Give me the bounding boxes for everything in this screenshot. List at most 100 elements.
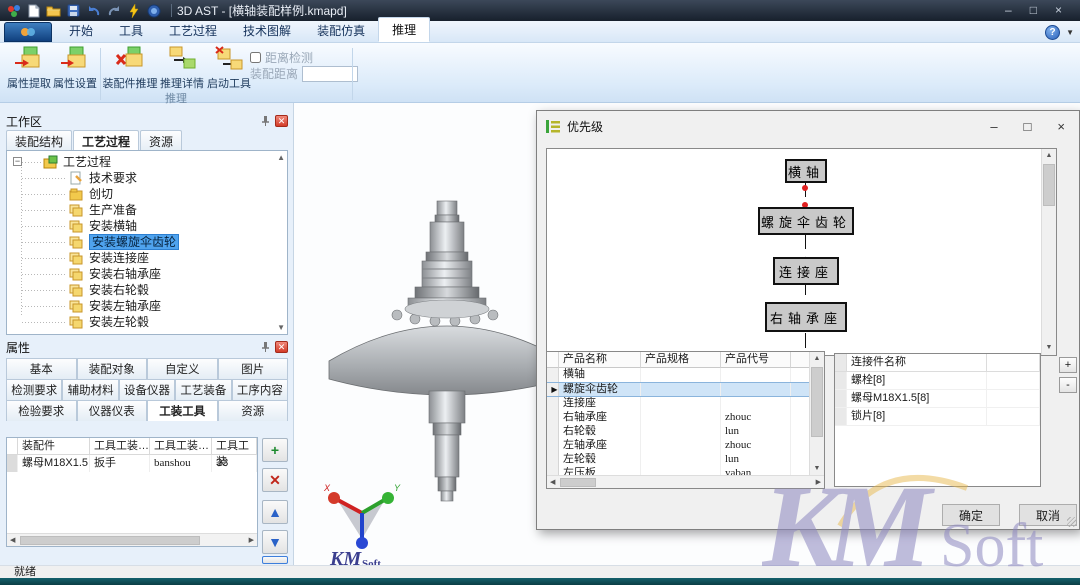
ribbon-tab-tools[interactable]: 工具 — [106, 19, 156, 42]
ok-button[interactable]: 确定 — [942, 504, 1000, 526]
attribute-extract-button[interactable]: 属性提取 — [6, 46, 52, 92]
tree-item-selected[interactable]: 安装螺旋伞齿轮 — [7, 234, 287, 250]
tree-item[interactable]: 生产准备 — [7, 202, 287, 218]
scroll-up-icon[interactable]: ▲ — [277, 153, 285, 162]
extra-row-button[interactable] — [262, 556, 288, 564]
workspace-tab-process[interactable]: 工艺过程 — [73, 130, 139, 152]
prop-tab-instruments[interactable]: 仪器仪表 — [77, 400, 148, 421]
product-row-selected[interactable]: ▶螺旋伞齿轮 — [547, 382, 824, 397]
table-horizontal-scrollbar[interactable]: ◀ ▶ — [547, 475, 824, 488]
close-icon[interactable]: ✕ — [275, 115, 288, 127]
close-button[interactable]: × — [1055, 0, 1062, 21]
connector-row[interactable]: 螺栓[8] — [835, 372, 1040, 390]
product-row[interactable]: 右轮毂lun — [547, 425, 824, 439]
pin-icon[interactable] — [259, 341, 271, 353]
help-icon[interactable]: ? — [1045, 25, 1060, 40]
redo-icon[interactable] — [106, 3, 121, 18]
add-row-button[interactable]: + — [262, 438, 288, 462]
scroll-right-icon[interactable]: ▶ — [246, 536, 257, 544]
prop-tab-process-equip[interactable]: 工艺装备 — [175, 379, 231, 400]
scroll-down-icon[interactable]: ▼ — [277, 323, 285, 332]
flow-node-hengzhou[interactable]: 横轴 — [785, 159, 827, 183]
tree-item[interactable]: 安装右轮毂 — [7, 282, 287, 298]
prop-tab-aux-material[interactable]: 辅助材料 — [62, 379, 118, 400]
prop-tab-assembly-object[interactable]: 装配对象 — [77, 358, 148, 379]
tree-collapse-icon[interactable]: − — [13, 157, 22, 166]
tree-item[interactable]: 安装横轴 — [7, 218, 287, 234]
list-add-button[interactable]: + — [1059, 357, 1077, 373]
lightning-icon[interactable] — [126, 3, 141, 18]
ribbon-tab-inference[interactable]: 推理 — [378, 17, 430, 42]
ribbon-tab-diagram[interactable]: 技术图解 — [230, 19, 304, 42]
ribbon-tab-start[interactable]: 开始 — [56, 19, 106, 42]
attribute-set-button[interactable]: 属性设置 — [52, 46, 98, 92]
save-icon[interactable] — [66, 3, 81, 18]
open-folder-icon[interactable] — [46, 3, 61, 18]
scroll-up-icon[interactable]: ▲ — [1042, 149, 1056, 163]
product-row[interactable]: 右轴承座zhouc — [547, 411, 824, 425]
prop-tab-custom[interactable]: 自定义 — [147, 358, 218, 379]
dialog-close-button[interactable]: × — [1057, 119, 1065, 134]
priority-flowchart[interactable]: 横轴 螺旋伞齿轮 连接座 右轴承座 ▲ ▼ — [546, 148, 1057, 356]
view-globe-icon[interactable] — [146, 3, 161, 18]
prop-tab-detect-req[interactable]: 检测要求 — [6, 379, 62, 400]
scroll-down-icon[interactable]: ▼ — [810, 462, 824, 476]
tree-item[interactable]: 安装右轴承座 — [7, 266, 287, 282]
workspace-tab-resource[interactable]: 资源 — [140, 130, 182, 152]
tree-item[interactable]: 安装左轴承座 — [7, 298, 287, 314]
scroll-right-icon[interactable]: ▶ — [813, 478, 824, 486]
launch-tool-button[interactable]: 启动工具 — [206, 46, 252, 92]
tree-item[interactable]: 安装左轮毂 — [7, 314, 287, 330]
move-down-button[interactable]: ▼ — [262, 530, 288, 554]
prop-tab-picture[interactable]: 图片 — [218, 358, 289, 379]
ribbon-tab-process[interactable]: 工艺过程 — [156, 19, 230, 42]
dialog-title-bar[interactable]: 优先级 – □ × — [537, 111, 1079, 141]
product-row[interactable]: 横轴 — [547, 368, 824, 382]
scroll-down-icon[interactable]: ▼ — [1042, 341, 1056, 355]
ribbon-tab-simulation[interactable]: 装配仿真 — [304, 19, 378, 42]
resize-grip[interactable] — [1067, 517, 1077, 527]
prop-tab-inspect-req[interactable]: 检验要求 — [6, 400, 77, 421]
application-menu-button[interactable] — [4, 22, 52, 42]
flow-node-youzhouchengzuo[interactable]: 右轴承座 — [765, 302, 847, 332]
scroll-up-icon[interactable]: ▲ — [810, 352, 824, 366]
list-remove-button[interactable]: - — [1059, 377, 1077, 393]
undo-icon[interactable] — [86, 3, 101, 18]
assembly-inference-button[interactable]: 装配件推理 — [104, 46, 156, 92]
new-file-icon[interactable] — [26, 3, 41, 18]
dialog-maximize-button[interactable]: □ — [1024, 119, 1032, 134]
move-up-button[interactable]: ▲ — [262, 500, 288, 524]
flow-node-luoxuansanchilun[interactable]: 螺旋伞齿轮 — [758, 207, 854, 235]
workspace-tab-structure[interactable]: 装配结构 — [6, 130, 72, 152]
horizontal-scrollbar[interactable]: ◀ ▶ — [7, 533, 257, 546]
delete-row-button[interactable]: ✕ — [262, 468, 288, 492]
tree-item[interactable]: 安装连接座 — [7, 250, 287, 266]
connector-row[interactable]: 螺母M18X1.5[8] — [835, 390, 1040, 408]
prop-tab-tooling[interactable]: 工装工具 — [147, 400, 218, 421]
prop-tab-resource[interactable]: 资源 — [218, 400, 289, 421]
distance-check-checkbox[interactable] — [250, 52, 261, 63]
inference-detail-button[interactable]: 推理详情 — [158, 46, 206, 92]
scroll-left-icon[interactable]: ◀ — [7, 536, 18, 544]
close-icon[interactable]: ✕ — [275, 341, 288, 353]
prop-tab-basic[interactable]: 基本 — [6, 358, 77, 379]
product-row[interactable]: 左轮毂lun — [547, 453, 824, 467]
prop-tab-step-content[interactable]: 工序内容 — [232, 379, 288, 400]
scroll-left-icon[interactable]: ◀ — [547, 478, 558, 486]
flowchart-vertical-scrollbar[interactable]: ▲ ▼ — [1041, 149, 1056, 355]
product-row[interactable]: 左轴承座zhouc — [547, 439, 824, 453]
app-logo-icon[interactable] — [6, 3, 21, 18]
tree-item[interactable]: 技术要求 — [7, 170, 287, 186]
tree-root[interactable]: − 工艺过程 — [7, 154, 287, 170]
product-row[interactable]: 连接座 — [547, 397, 824, 411]
tooling-table-row[interactable]: 螺母M18X1.5 扳手 banshou 33 — [7, 455, 257, 472]
table-vertical-scrollbar[interactable]: ▲ ▼ — [809, 352, 824, 476]
connector-row[interactable]: 锁片[8] — [835, 408, 1040, 426]
flow-node-lianjiezuo[interactable]: 连接座 — [773, 257, 839, 285]
dialog-minimize-button[interactable]: – — [990, 119, 997, 134]
prop-tab-equipment[interactable]: 设备仪器 — [119, 379, 175, 400]
chevron-down-icon[interactable]: ▼ — [1066, 28, 1074, 37]
maximize-button[interactable]: □ — [1030, 0, 1037, 21]
assembly-distance-input[interactable] — [302, 66, 358, 82]
tree-item[interactable]: 创切 — [7, 186, 287, 202]
